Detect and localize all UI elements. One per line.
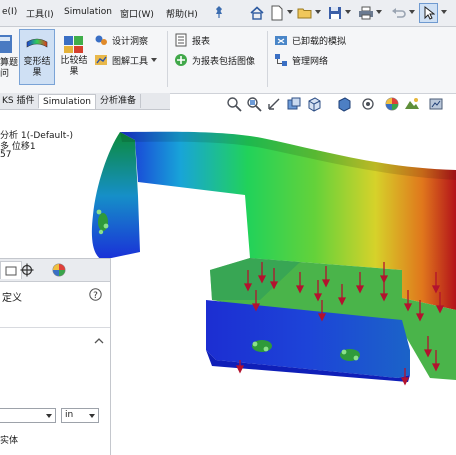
open-folder-icon[interactable] <box>295 3 314 23</box>
panel-tab-strip <box>0 259 110 282</box>
include-image-icon <box>175 54 187 66</box>
crosshair-icon <box>20 263 34 277</box>
chevron-down-icon[interactable] <box>441 9 447 15</box>
report-label: 报表 <box>192 36 211 47</box>
deformed-result-label-1: 变形结 <box>23 57 51 67</box>
save-icon[interactable] <box>325 3 344 23</box>
deformed-result-button[interactable]: 变形结 果 <box>19 29 55 85</box>
property-manager-panel: 定义 ? <box>0 258 111 455</box>
chevron-down-icon[interactable] <box>409 9 415 15</box>
chevron-down-icon[interactable] <box>151 57 158 63</box>
manage-network-button[interactable]: 管理网络 <box>274 51 328 69</box>
chevron-down-icon[interactable] <box>315 9 321 15</box>
tab-appearance[interactable] <box>48 261 70 279</box>
model-left-wall <box>91 132 140 260</box>
command-tab-row: KS 插件 Simulation 分析准备 <box>0 93 170 110</box>
compare-results-label-2: 果 <box>69 67 79 77</box>
chevron-down-icon <box>46 414 52 418</box>
chevron-down-icon[interactable] <box>376 9 382 15</box>
menu-item-simulation[interactable]: Simulation <box>64 7 112 17</box>
entity-label: 实体 <box>0 436 19 446</box>
tree-item-partial[interactable]: 57 <box>0 150 11 160</box>
pin-icon[interactable] <box>213 5 225 19</box>
compare-results-button[interactable]: 比较结 果 <box>56 29 92 85</box>
panel-title: 定义 <box>2 293 22 304</box>
include-image-label: 为报表包括图像 <box>192 56 256 67</box>
calculator-icon <box>0 35 12 53</box>
value-dropdown[interactable] <box>0 408 56 423</box>
manage-network-icon <box>275 54 287 66</box>
print-icon[interactable] <box>356 3 375 23</box>
chevron-up-icon[interactable] <box>94 337 104 344</box>
compare-results-icon <box>64 36 83 53</box>
menu-item-window[interactable]: 窗口(W) <box>120 7 154 20</box>
ribbon-separator <box>167 31 168 87</box>
deformed-result-label-2: 果 <box>32 68 42 78</box>
panel-divider <box>0 327 110 328</box>
chevron-down-icon <box>89 414 95 418</box>
svg-text:?: ? <box>93 291 98 301</box>
deformed-result-icon <box>26 38 48 48</box>
menu-item-tools[interactable]: 工具(I) <box>26 7 54 20</box>
ribbon-button-partial[interactable]: 算题 问 <box>0 29 18 85</box>
compare-results-label-1: 比较结 <box>60 56 88 66</box>
report-button[interactable]: 报表 <box>174 31 210 49</box>
unit-select-value: in <box>65 410 74 420</box>
select-cursor-icon[interactable] <box>419 3 438 23</box>
include-image-button[interactable]: 为报表包括图像 <box>174 51 255 69</box>
help-icon[interactable]: ? <box>89 288 102 301</box>
report-icon <box>175 33 187 47</box>
plot-tools-icon <box>95 55 107 65</box>
unit-select[interactable]: in <box>61 408 99 423</box>
unloaded-simulation-icon <box>275 36 287 45</box>
unloaded-simulation-label: 已卸载的模拟 <box>292 36 347 47</box>
unloaded-simulation-button[interactable]: 已卸载的模拟 <box>274 31 346 49</box>
manage-network-label: 管理网络 <box>292 56 329 67</box>
plot-tools-label: 图解工具 <box>112 56 149 67</box>
design-insight-button[interactable]: 设计洞察 <box>94 31 148 49</box>
menu-item-help[interactable]: 帮助(H) <box>166 7 198 20</box>
undo-icon[interactable] <box>389 3 408 23</box>
design-insight-icon <box>95 35 107 45</box>
plot-tools-button[interactable]: 图解工具 <box>94 51 161 69</box>
appearance-palette-icon <box>52 263 66 277</box>
simulation-ribbon: 算题 问 变形结 果 比较结 果 设计洞察 图解工具 报表 为报表包括图像 已卸… <box>0 27 456 94</box>
tab-ks-plugin[interactable]: KS 插件 <box>0 94 40 108</box>
home-icon[interactable] <box>247 3 266 23</box>
menu-bar: e(I) 工具(I) Simulation 窗口(W) 帮助(H) <box>0 0 456 27</box>
ribbon-separator <box>267 31 268 87</box>
new-document-icon[interactable] <box>267 3 286 23</box>
tab-simulation[interactable]: Simulation <box>39 94 96 109</box>
chevron-down-icon[interactable] <box>345 9 351 15</box>
tab-analysis-prep[interactable]: 分析准备 <box>96 94 142 108</box>
chevron-down-icon[interactable] <box>287 9 293 15</box>
design-insight-label: 设计洞察 <box>112 36 149 47</box>
menu-item-partial[interactable]: e(I) <box>2 7 17 17</box>
tab-crosshair[interactable] <box>16 261 38 279</box>
